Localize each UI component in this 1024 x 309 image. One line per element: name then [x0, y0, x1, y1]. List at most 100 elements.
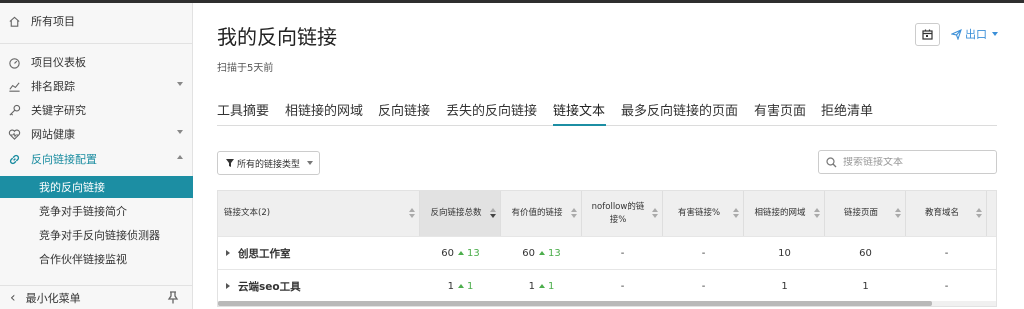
sidebar-item-backlink-profile[interactable]: 反向链接配置 — [0, 148, 193, 170]
search-box[interactable] — [818, 150, 997, 174]
tab-bar: 工具摘要 相链接的网域 反向链接 丢失的反向链接 链接文本 最多反向链接的页面 … — [217, 96, 997, 126]
home-icon — [7, 14, 21, 28]
sort-icon — [733, 208, 739, 219]
export-label: 出口 — [965, 28, 987, 41]
search-icon — [826, 156, 837, 167]
horizontal-scrollbar[interactable] — [218, 301, 996, 306]
valuable-links-cell[interactable]: 1 — [529, 281, 535, 292]
column-header-valuable-links[interactable]: 有价值的链接 — [501, 191, 582, 236]
referring-domains-cell[interactable]: 10 — [744, 237, 825, 269]
chevron-down-icon — [992, 32, 998, 36]
sort-icon — [976, 208, 982, 219]
total-backlinks-cell[interactable]: 1 — [448, 281, 454, 292]
active-tab-indicator — [553, 124, 606, 126]
sidebar-item-label: 项目仪表板 — [31, 56, 86, 69]
anchor-text-cell: 云端seo工具 — [238, 280, 301, 293]
column-header-anchor-text[interactable]: 链接文本(2) — [218, 191, 420, 236]
chevron-down-icon — [177, 82, 183, 86]
sidebar-item-site-health[interactable]: 网站健康 — [0, 123, 193, 145]
referring-domains-cell[interactable]: 1 — [744, 270, 825, 302]
sidebar-subitem-competitor-link-profile[interactable]: 竞争对手链接简介 — [0, 200, 193, 222]
valuable-links-cell[interactable]: 60 — [522, 248, 535, 259]
tab-top-pages[interactable]: 最多反向链接的页面 — [621, 100, 738, 119]
sidebar-subitem-partner-link-monitor[interactable]: 合作伙伴链接监视 — [0, 248, 193, 270]
tab-referring-domains[interactable]: 相链接的网域 — [285, 100, 363, 119]
sort-icon — [895, 208, 901, 219]
collapse-menu-button[interactable]: ‹ 最小化菜单 — [0, 285, 193, 309]
toxic-cell: - — [701, 280, 706, 292]
sidebar-item-keyword-research[interactable]: 关键字研究 — [0, 99, 193, 121]
column-header-toxic[interactable]: 有害链接% — [663, 191, 744, 236]
scan-time: 扫描于5天前 — [217, 63, 274, 74]
trend-up-badge: 1 — [539, 281, 554, 292]
total-backlinks-cell[interactable]: 60 — [441, 248, 454, 259]
sidebar-subitem-competitor-backlink-spy[interactable]: 竞争对手反向链接侦测器 — [0, 224, 193, 246]
tab-backlinks[interactable]: 反向链接 — [378, 100, 430, 119]
key-icon — [7, 103, 21, 117]
arrow-up-icon — [539, 251, 545, 255]
sort-icon — [409, 208, 415, 219]
trend-up-badge: 13 — [458, 248, 480, 259]
sidebar-item-label: 排名跟踪 — [31, 80, 75, 93]
column-header-nofollow[interactable]: nofollow的链接% — [582, 191, 663, 236]
search-input[interactable] — [843, 156, 983, 168]
sort-icon — [571, 208, 577, 219]
sidebar-item-rank-tracking[interactable]: 排名跟踪 — [0, 75, 193, 97]
tab-summary[interactable]: 工具摘要 — [217, 100, 269, 119]
nofollow-cell: - — [620, 247, 625, 259]
tab-lost-backlinks[interactable]: 丢失的反向链接 — [446, 100, 537, 119]
column-header-total-backlinks[interactable]: 反向链接总数 — [420, 191, 501, 236]
column-header-referring-domains[interactable]: 相链接的网域 — [744, 191, 825, 236]
dashboard-icon — [7, 55, 21, 69]
sort-icon — [652, 208, 658, 219]
arrow-up-icon — [458, 251, 464, 255]
tab-anchor-text[interactable]: 链接文本 — [553, 100, 605, 119]
edu-domains-cell: - — [944, 247, 949, 259]
arrow-up-icon — [458, 284, 464, 288]
trend-up-badge: 13 — [539, 248, 561, 259]
sidebar-item-dashboard[interactable]: 项目仪表板 — [0, 51, 193, 73]
linking-pages-cell[interactable]: 60 — [825, 237, 906, 269]
edu-domains-cell: - — [944, 280, 949, 292]
calendar-icon — [922, 29, 933, 40]
line-chart-icon — [7, 79, 21, 93]
chevron-down-icon — [307, 161, 314, 165]
heart-pulse-icon — [7, 127, 21, 141]
anchor-text-cell: 创思工作室 — [238, 247, 291, 260]
send-icon — [951, 28, 962, 40]
sidebar-divider — [0, 43, 193, 44]
column-header-edu-domains[interactable]: 教育域名 — [906, 191, 987, 236]
sidebar-item-label: 反向链接配置 — [31, 153, 97, 166]
calendar-button[interactable] — [915, 23, 940, 46]
sort-desc-icon — [490, 208, 496, 219]
page-title: 我的反向链接 — [217, 25, 337, 49]
main-content: 我的反向链接 扫描于5天前 出口 工具摘要 相链接的网域 反向链接 丢失的反向链… — [194, 3, 1024, 309]
sidebar-item-all-projects[interactable]: 所有项目 — [0, 10, 193, 32]
toxic-cell: - — [701, 247, 706, 259]
linking-pages-cell[interactable]: 1 — [825, 270, 906, 302]
nofollow-cell: - — [620, 280, 625, 292]
arrow-up-icon — [539, 284, 545, 288]
trend-up-badge: 1 — [458, 281, 473, 292]
expand-row-icon[interactable] — [226, 283, 230, 289]
tab-disavow-list[interactable]: 拒绝清单 — [821, 100, 873, 119]
link-icon — [7, 152, 21, 166]
scrollbar-thumb[interactable] — [218, 301, 932, 306]
chevron-down-icon — [177, 130, 183, 134]
sidebar-item-label: 关键字研究 — [31, 104, 86, 117]
table-row[interactable]: 创思工作室 60 13 60 13 - - 10 60 - — [218, 236, 996, 269]
sidebar-item-label: 网站健康 — [31, 128, 75, 141]
link-type-filter[interactable]: 所有的链接类型 — [217, 151, 320, 175]
pin-icon[interactable] — [167, 291, 179, 307]
expand-row-icon[interactable] — [226, 250, 230, 256]
sidebar-subitem-my-backlinks[interactable]: 我的反向链接 — [0, 176, 193, 198]
chevron-up-icon — [177, 155, 183, 159]
sort-icon — [814, 208, 820, 219]
table-header: 链接文本(2) 反向链接总数 有价值的链接 nofollow的链接% 有害链接%… — [218, 191, 996, 236]
tab-toxic-pages[interactable]: 有害页面 — [754, 100, 806, 119]
column-header-linking-pages[interactable]: 链接页面 — [825, 191, 906, 236]
anchor-text-table: 链接文本(2) 反向链接总数 有价值的链接 nofollow的链接% 有害链接%… — [217, 190, 997, 307]
export-button[interactable]: 出口 — [951, 26, 998, 42]
table-row[interactable]: 云端seo工具 1 1 1 1 - - 1 1 - — [218, 269, 996, 302]
link-type-filter-label: 所有的链接类型 — [237, 159, 301, 170]
